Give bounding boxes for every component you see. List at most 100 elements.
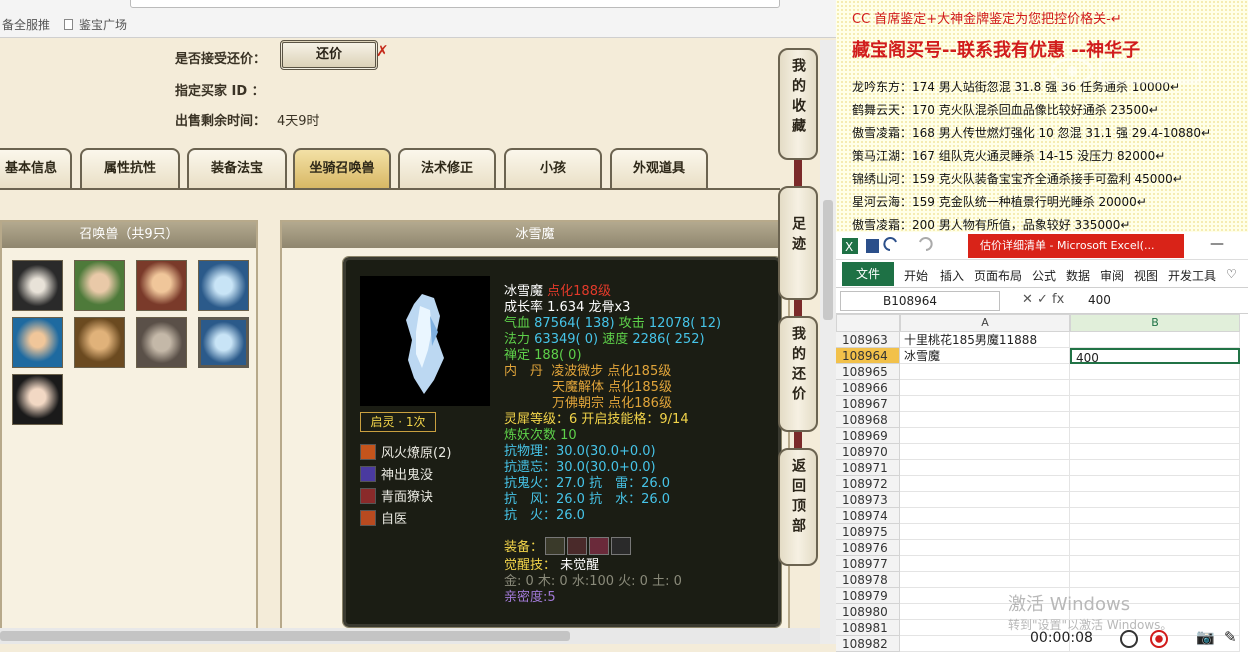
row-header[interactable]: 108974 [836,508,900,524]
equip-slot[interactable] [611,537,632,555]
tab-child[interactable]: 小孩 [504,148,602,188]
cell-a[interactable] [900,572,1070,588]
tab-basic-info[interactable]: 基本信息 [0,148,72,188]
formula-controls-icon[interactable]: ✕ ✓ fx [1022,292,1064,307]
cell-a[interactable] [900,460,1070,476]
cell-b[interactable] [1070,412,1240,428]
cell-b[interactable] [1070,508,1240,524]
column-header-b[interactable]: B [1070,314,1240,332]
tab-spell-mods[interactable]: 法术修正 [398,148,496,188]
row-header[interactable]: 108975 [836,524,900,540]
cell-a[interactable]: 冰雪魔 [900,348,1070,364]
cell-a[interactable]: 十里桃花185男魔11888 [900,332,1070,348]
pet-thumbnail-selected[interactable] [198,317,249,368]
cell-a[interactable] [900,364,1070,380]
menu-data[interactable]: 数据 [1066,267,1090,284]
row-header[interactable]: 108978 [836,572,900,588]
row-header[interactable]: 108977 [836,556,900,572]
menu-home[interactable]: 开始 [904,267,928,284]
row-header[interactable]: 108970 [836,444,900,460]
row-header[interactable]: 108980 [836,604,900,620]
pet-thumbnail[interactable] [74,317,125,368]
pet-thumbnail[interactable] [12,260,63,311]
cell-a[interactable] [900,396,1070,412]
cell-a[interactable] [900,524,1070,540]
cell-b[interactable] [1070,364,1240,380]
back-to-top-button[interactable]: 返回顶部 [778,448,818,566]
skill-item[interactable]: 自医 [360,508,407,527]
cell-b[interactable] [1070,444,1240,460]
equip-slot[interactable] [567,537,588,555]
cell-b[interactable] [1070,460,1240,476]
cell-b[interactable] [1070,540,1240,556]
cell-a[interactable] [900,556,1070,572]
footprint-button[interactable]: 足迹 [778,186,818,300]
tab-equipment[interactable]: 装备法宝 [187,148,287,188]
cell-b[interactable] [1070,492,1240,508]
cell-b[interactable] [1070,332,1240,348]
row-header[interactable]: 108967 [836,396,900,412]
corner-header[interactable] [836,314,900,332]
cell-b[interactable] [1070,524,1240,540]
active-cell-b[interactable]: 400 [1070,348,1240,365]
menu-formulas[interactable]: 公式 [1032,267,1056,284]
row-header[interactable]: 108969 [836,428,900,444]
pet-thumbnail[interactable] [74,260,125,311]
equip-slot[interactable] [589,537,610,555]
skill-item[interactable]: 风火燎原(2) [360,442,451,461]
tab-attributes[interactable]: 属性抗性 [80,148,180,188]
cell-a[interactable] [900,428,1070,444]
row-header[interactable]: 108972 [836,476,900,492]
cell-a[interactable] [900,412,1070,428]
equip-slot[interactable] [545,537,566,555]
scroll-thumb[interactable] [823,200,833,320]
row-header[interactable]: 108973 [836,492,900,508]
tab-appearance[interactable]: 外观道具 [610,148,708,188]
cell-a[interactable] [900,492,1070,508]
cell-b[interactable] [1070,572,1240,588]
pet-thumbnail[interactable] [198,260,249,311]
minimize-icon[interactable]: — [1210,236,1224,252]
menu-page-layout[interactable]: 页面布局 [974,267,1022,284]
address-bar[interactable] [130,0,780,8]
tab-mounts-pets[interactable]: 坐骑召唤兽 [293,148,391,188]
skill-item[interactable]: 神出鬼没 [360,464,433,483]
row-header[interactable]: 108979 [836,588,900,604]
cell-b[interactable] [1070,380,1240,396]
cell-b[interactable] [1070,428,1240,444]
close-icon[interactable]: ✗ [376,42,389,60]
vertical-scrollbar[interactable] [820,40,836,644]
camera-icon[interactable]: 📷 [1196,628,1215,646]
row-header[interactable]: 108963 [836,332,900,348]
stop-icon[interactable] [1150,630,1168,648]
cell-b[interactable] [1070,396,1240,412]
cell-a[interactable] [900,444,1070,460]
scroll-thumb[interactable] [0,631,570,641]
row-header[interactable]: 108965 [836,364,900,380]
pet-thumbnail[interactable] [12,317,63,368]
row-header[interactable]: 108964 [836,348,900,364]
cell-b[interactable] [1070,556,1240,572]
menu-developer[interactable]: 开发工具 [1168,267,1216,284]
bookmark-item[interactable]: 鉴宝广场 [64,16,127,33]
menu-view[interactable]: 视图 [1134,267,1158,284]
row-header[interactable]: 108971 [836,460,900,476]
pet-thumbnail[interactable] [136,260,187,311]
cell-a[interactable] [900,380,1070,396]
skill-item[interactable]: 青面獠诀 [360,486,433,505]
cell-a[interactable] [900,476,1070,492]
heart-icon[interactable]: ♡ [1226,267,1237,281]
name-box[interactable]: B108964 [840,291,1000,311]
pet-thumbnail[interactable] [136,317,187,368]
row-header[interactable]: 108976 [836,540,900,556]
menu-insert[interactable]: 插入 [940,267,964,284]
pen-icon[interactable]: ✎ [1224,628,1237,646]
formula-value[interactable]: 400 [1088,293,1111,307]
my-counteroffers-button[interactable]: 我的还价 [778,316,818,432]
menu-review[interactable]: 审阅 [1100,267,1124,284]
bookmark-item[interactable]: 备全服推 [2,16,50,33]
counter-offer-button[interactable]: 还价 [280,40,378,70]
my-favorites-button[interactable]: 我的收藏 [778,48,818,160]
row-header[interactable]: 108968 [836,412,900,428]
row-header[interactable]: 108981 [836,620,900,636]
